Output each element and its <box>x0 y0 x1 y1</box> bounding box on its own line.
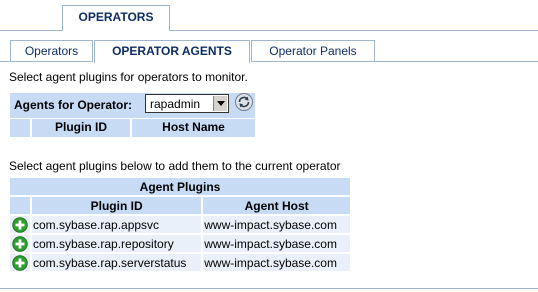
agent-plugins-header-row: Plugin ID Agent Host <box>10 197 350 214</box>
top-tab-rule-right <box>170 30 538 31</box>
table-row: com.sybase.rap.serverstatus www-impact.s… <box>10 254 350 271</box>
add-plugin-button[interactable] <box>10 216 30 233</box>
tab-operator-agents-label: OPERATOR AGENTS <box>112 44 232 58</box>
agent-host-cell: www-impact.sybase.com <box>203 254 350 271</box>
agent-host-cell: www-impact.sybase.com <box>203 235 350 252</box>
bottom-divider <box>0 288 538 289</box>
agents-column-plugin-id: Plugin ID <box>30 119 130 137</box>
plugin-id-cell: com.sybase.rap.serverstatus <box>32 254 202 271</box>
table-row: com.sybase.rap.appsvc www-impact.sybase.… <box>10 216 350 233</box>
plugin-id-cell: com.sybase.rap.appsvc <box>32 216 202 233</box>
header-spacer <box>10 197 30 214</box>
tab-operators-label: Operators <box>24 44 79 58</box>
agent-plugins-title-row: Agent Plugins <box>10 178 350 195</box>
agents-for-operator-label: Agents for Operator: <box>14 98 133 112</box>
subtab-rule-right <box>375 61 538 62</box>
tab-operators-main-label: OPERATORS <box>78 10 154 24</box>
table-row: com.sybase.rap.repository www-impact.syb… <box>10 235 350 252</box>
instruction-monitor: Select agent plugins for operators to mo… <box>9 70 248 84</box>
plugins-column-agent-host: Agent Host <box>203 197 350 214</box>
plugin-id-cell: com.sybase.rap.repository <box>32 235 202 252</box>
agent-plugins-table: Agent Plugins Plugin ID Agent Host com.s… <box>10 176 352 273</box>
tab-operator-panels-label: Operator Panels <box>269 44 357 58</box>
agent-plugins-title: Agent Plugins <box>10 178 350 195</box>
add-icon[interactable] <box>12 254 28 271</box>
agents-column-host-name: Host Name <box>130 119 255 137</box>
operator-select-value: rapadmin <box>150 97 201 111</box>
operator-select[interactable]: rapadmin <box>145 94 229 113</box>
add-icon[interactable] <box>12 235 28 252</box>
add-plugin-button[interactable] <box>10 254 30 271</box>
add-icon[interactable] <box>12 216 28 233</box>
tab-operator-agents[interactable]: OPERATOR AGENTS <box>94 40 250 63</box>
top-tab-rule-left <box>0 30 63 31</box>
instruction-add: Select agent plugins below to add them t… <box>9 159 341 173</box>
add-plugin-button[interactable] <box>10 235 30 252</box>
plugins-column-plugin-id: Plugin ID <box>32 197 202 214</box>
subtab-rule-left <box>0 61 10 62</box>
tab-operators[interactable]: Operators <box>10 40 93 62</box>
refresh-icon[interactable] <box>234 92 254 112</box>
agent-host-cell: www-impact.sybase.com <box>203 216 350 233</box>
chevron-down-icon[interactable] <box>213 96 227 111</box>
agent-plugins-grid: Agent Plugins Plugin ID Agent Host com.s… <box>8 176 352 273</box>
tab-operators-main[interactable]: OPERATORS <box>62 5 170 31</box>
tab-operator-panels[interactable]: Operator Panels <box>251 40 375 62</box>
